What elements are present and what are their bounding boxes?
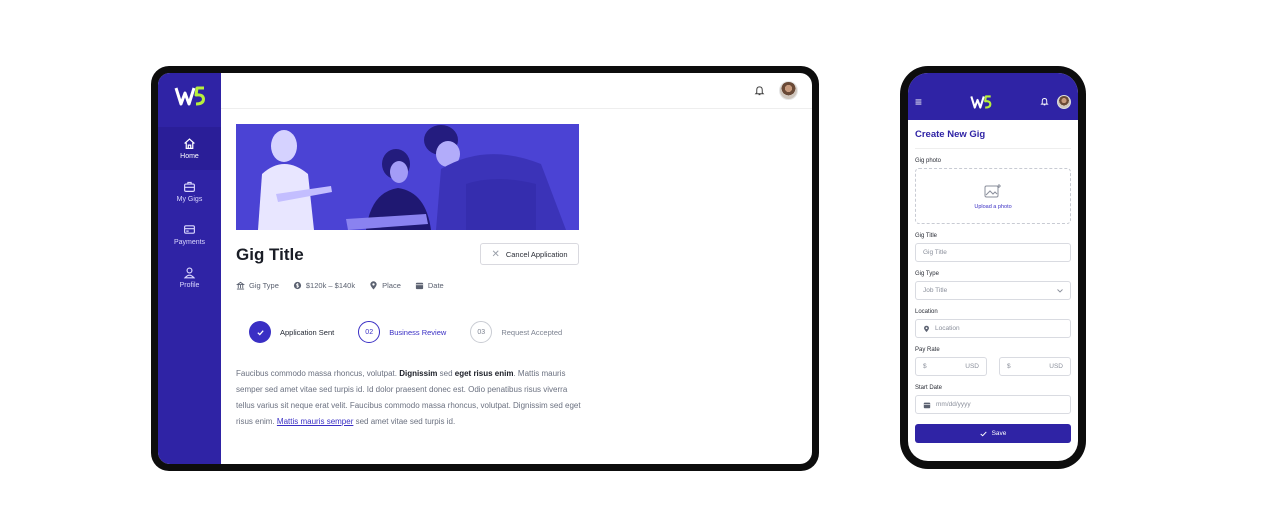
step-business-review: 02 Business Review — [358, 321, 446, 343]
pay-rate-min-input[interactable]: $ USD — [915, 357, 987, 376]
gig-title-label: Gig Title — [915, 233, 938, 239]
checkmark-icon — [256, 329, 264, 335]
gig-hero-image — [236, 124, 579, 230]
pay-rate-label: Pay Rate — [915, 347, 940, 353]
step-application-sent: Application Sent — [249, 321, 334, 343]
gig-date: Date — [415, 281, 444, 290]
money-icon — [293, 281, 301, 290]
gig-description: Faucibus commodo massa rhoncus, volutpat… — [236, 366, 581, 430]
sidebar-item-label: Payments — [173, 239, 206, 246]
save-label: Save — [991, 430, 1007, 437]
description-text: sed amet vitae sed turpis id. — [353, 417, 456, 426]
sidebar-item-payments[interactable]: Payments — [158, 213, 221, 256]
calendar-icon — [923, 402, 931, 408]
description-link[interactable]: Mattis mauris semper — [277, 417, 353, 426]
location-label: Location — [915, 309, 938, 315]
form-title: Create New Gig — [915, 120, 1071, 149]
main-content: Gig Title ✕ Cancel Application Gig Type … — [221, 73, 812, 464]
gig-salary-text: $120k – $140k — [305, 281, 356, 290]
building-icon — [236, 281, 245, 290]
ws-logo — [970, 94, 992, 109]
step-number: 02 — [358, 321, 381, 343]
start-date-placeholder: mm/dd/yyyy — [936, 401, 971, 408]
step-label: Request Accepted — [501, 327, 563, 337]
card-icon — [184, 225, 195, 234]
bell-icon[interactable] — [1040, 97, 1049, 106]
application-stepper: Application Sent 02 Business Review 03 R… — [249, 321, 586, 343]
pay-rate-max-input[interactable]: $ USD — [999, 357, 1071, 376]
step-label: Business Review — [389, 327, 447, 337]
chevron-down-icon — [1057, 288, 1063, 293]
start-date-label: Start Date — [915, 385, 943, 391]
step-number: 03 — [470, 321, 493, 343]
description-bold: eget risus enim — [454, 369, 514, 378]
phone-top-bar: ≡ — [908, 73, 1078, 120]
sidebar-item-label: My Gigs — [176, 196, 203, 203]
cancel-application-label: Cancel Application — [505, 249, 568, 259]
start-date-input[interactable]: mm/dd/yyyy — [915, 395, 1071, 414]
gig-title-input[interactable]: Gig Title — [915, 243, 1071, 262]
location-placeholder: Location — [935, 325, 960, 332]
step-request-accepted: 03 Request Accepted — [470, 321, 562, 343]
gig-photo-label: Gig photo — [915, 158, 942, 164]
top-bar — [221, 73, 812, 109]
sidebar-item-label: Home — [180, 153, 199, 160]
calendar-icon — [415, 282, 423, 290]
gig-type-select[interactable]: Job Title — [915, 281, 1071, 300]
location-pin-icon — [370, 281, 377, 290]
description-text: sed — [437, 369, 455, 378]
gig-type-value: Job Title — [923, 287, 948, 294]
currency-code: USD — [1049, 363, 1063, 370]
start-date-content: mm/dd/yyyy — [923, 401, 971, 409]
currency-symbol: $ — [1007, 363, 1011, 370]
description-bold: Dignissim — [399, 369, 438, 378]
sidebar-item-label: Profile — [179, 282, 200, 289]
close-icon: ✕ — [491, 248, 500, 260]
step-circle — [249, 321, 271, 343]
photo-upload-area[interactable]: Upload a photo — [915, 168, 1071, 224]
description-text: Faucibus commodo massa rhoncus, volutpat… — [236, 369, 400, 378]
avatar[interactable] — [1056, 94, 1071, 109]
upload-photo-label: Upload a photo — [974, 203, 1012, 210]
phone-top-actions — [1040, 94, 1071, 109]
pay-rate-row: $ USD $ USD — [915, 357, 1071, 376]
gig-title-placeholder: Gig Title — [923, 249, 947, 256]
bell-icon[interactable] — [754, 85, 765, 96]
gig-type-label: Gig Type — [915, 271, 939, 277]
sidebar-item-home[interactable]: Home — [158, 127, 221, 170]
currency-symbol: $ — [923, 363, 927, 370]
save-button[interactable]: Save — [915, 424, 1071, 443]
gig-type-text: Gig Type — [249, 281, 279, 290]
hamburger-menu-icon[interactable]: ≡ — [915, 95, 922, 109]
tablet-screen: Home My Gigs Payments Profile Gig Title … — [158, 73, 812, 464]
gig-place-text: Place — [382, 281, 401, 290]
gig-salary: $120k – $140k — [293, 281, 355, 290]
gig-date-text: Date — [427, 281, 444, 290]
phone-device: ≡ Create New Gig Gig photo Upload a phot… — [900, 66, 1086, 469]
home-icon — [184, 138, 195, 149]
tablet-device: Home My Gigs Payments Profile Gig Title … — [151, 66, 819, 471]
gig-place: Place — [369, 281, 401, 290]
location-input-content: Location — [923, 325, 960, 333]
location-input[interactable]: Location — [915, 319, 1071, 338]
image-upload-icon — [984, 183, 1001, 197]
hero-illustration — [236, 124, 579, 230]
sidebar: Home My Gigs Payments Profile — [158, 73, 221, 464]
gig-type: Gig Type — [236, 281, 279, 290]
checkmark-icon — [979, 431, 987, 436]
cancel-application-button[interactable]: ✕ Cancel Application — [480, 243, 579, 265]
phone-screen: ≡ Create New Gig Gig photo Upload a phot… — [908, 73, 1078, 461]
step-label: Application Sent — [280, 327, 335, 337]
sidebar-item-my-gigs[interactable]: My Gigs — [158, 170, 221, 213]
sidebar-item-profile[interactable]: Profile — [158, 256, 221, 299]
create-gig-form: Create New Gig Gig photo Upload a photo … — [908, 120, 1078, 443]
avatar[interactable] — [779, 81, 798, 100]
gig-meta: Gig Type $120k – $140k Place Date — [236, 281, 444, 290]
gig-title: Gig Title — [236, 245, 304, 264]
currency-code: USD — [965, 363, 979, 370]
ws-logo — [174, 86, 205, 106]
user-icon — [183, 267, 196, 279]
location-pin-icon — [924, 325, 929, 332]
briefcase-icon — [184, 181, 195, 192]
